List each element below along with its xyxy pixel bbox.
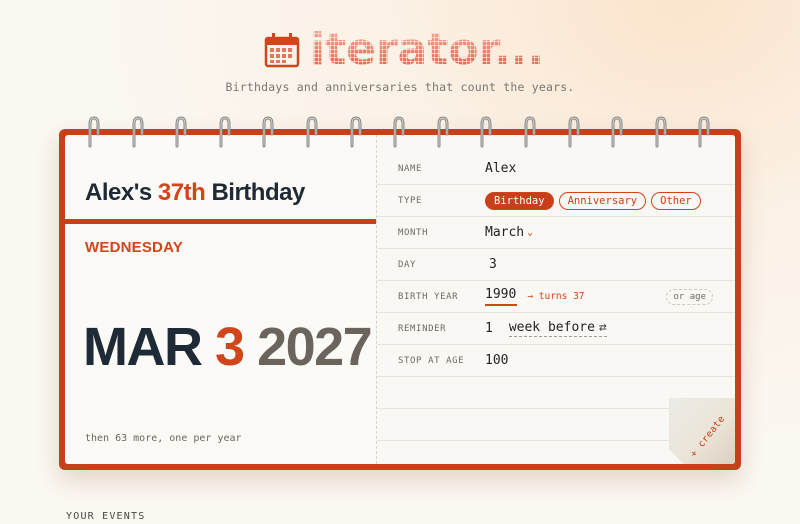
create-page-curl[interactable]	[669, 398, 735, 464]
date-month: MAR	[83, 317, 203, 377]
spiral-ring	[393, 116, 405, 148]
day-row: DAY 3	[377, 249, 735, 281]
spiral-ring	[88, 116, 100, 148]
spiral-ring	[132, 116, 144, 148]
calendar-card: Alex's 37th Birthday WEDNESDAY MAR 3 202…	[59, 129, 741, 470]
birth-year-row: BIRTH YEAR 1990 → turns 37 or age	[377, 281, 735, 313]
your-events-heading: YOUR EVENTS	[66, 511, 146, 522]
spiral-ring	[698, 116, 710, 148]
calendar-icon	[264, 32, 300, 68]
type-other-pill[interactable]: Other	[651, 191, 701, 210]
reminder-amount-input[interactable]: 1	[485, 321, 493, 336]
spiral-ring	[611, 116, 623, 148]
spiral-ring	[350, 116, 362, 148]
reminder-label: REMINDER	[398, 323, 447, 334]
spiral-ring	[437, 116, 449, 148]
stop-age-label: STOP AT AGE	[398, 355, 465, 366]
spiral-ring	[480, 116, 492, 148]
brand: iterator...	[264, 24, 545, 75]
next-date: MAR 3 2027	[83, 317, 373, 377]
date-day: 3	[215, 317, 245, 377]
spiral-ring	[655, 116, 667, 148]
month-row: MONTH March ⌄	[377, 217, 735, 249]
spiral-ring	[524, 116, 536, 148]
name-row: NAME Alex	[377, 153, 735, 185]
month-label: MONTH	[398, 227, 429, 238]
chevron-down-icon: ⌄	[527, 227, 534, 238]
spiral-ring	[306, 116, 318, 148]
brand-wordmark: iterator...	[310, 24, 545, 75]
occurrence-note: then 63 more, one per year	[85, 433, 242, 444]
event-title: Alex's 37th Birthday	[85, 179, 305, 206]
name-label: NAME	[398, 163, 423, 174]
birth-year-label: BIRTH YEAR	[398, 291, 459, 302]
event-preview: Alex's 37th Birthday WEDNESDAY MAR 3 202…	[65, 135, 376, 464]
spiral-ring	[219, 116, 231, 148]
event-ordinal: 37th	[157, 179, 206, 206]
or-age-toggle[interactable]: or age	[666, 288, 713, 305]
month-select[interactable]: March ⌄	[485, 225, 533, 240]
spiral-ring	[175, 116, 187, 148]
spiral-ring	[568, 116, 580, 148]
reminder-row: REMINDER 1 week before ⇄	[377, 313, 735, 345]
date-year: 2027	[257, 317, 373, 377]
weekday: WEDNESDAY	[85, 239, 183, 256]
stop-age-row: STOP AT AGE 100	[377, 345, 735, 377]
stop-age-input[interactable]: 100	[485, 353, 508, 368]
name-input[interactable]: Alex	[485, 161, 516, 176]
birth-year-input[interactable]: 1990	[485, 287, 518, 306]
type-anniversary-pill[interactable]: Anniversary	[558, 191, 647, 210]
tagline: Birthdays and anniversaries that count t…	[225, 80, 575, 94]
type-row: TYPE Birthday Anniversary Other	[377, 185, 735, 217]
event-form: NAME Alex TYPE Birthday Anniversary Othe…	[376, 135, 735, 464]
spiral-ring	[262, 116, 274, 148]
day-label: DAY	[398, 259, 417, 270]
type-label: TYPE	[398, 195, 423, 206]
reminder-unit-toggle[interactable]: week before ⇄	[508, 320, 607, 337]
swap-arrows-icon: ⇄	[598, 320, 607, 335]
day-input[interactable]: 3	[489, 257, 497, 272]
turns-hint: → turns 37	[527, 291, 585, 302]
type-birthday-pill[interactable]: Birthday	[485, 191, 554, 210]
title-divider	[65, 219, 376, 224]
